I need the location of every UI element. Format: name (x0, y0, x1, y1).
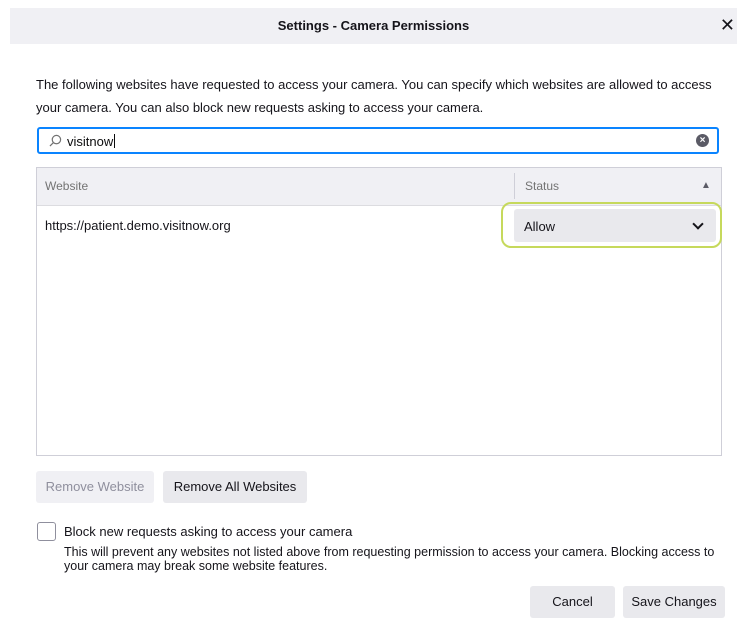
save-changes-button[interactable]: Save Changes (623, 586, 725, 618)
table-header: Website Status ▲ (37, 168, 721, 206)
column-header-website[interactable]: Website (45, 179, 88, 193)
remove-website-button[interactable]: Remove Website (36, 471, 154, 503)
column-header-status[interactable]: Status (525, 179, 559, 193)
status-value: Allow (524, 219, 556, 234)
sort-ascending-icon[interactable]: ▲ (701, 180, 711, 191)
table-row[interactable]: https://patient.demo.visitnow.org Allow (37, 202, 722, 248)
block-requests-description: This will prevent any websites not liste… (64, 545, 715, 573)
permission-description: The following websites have requested to… (36, 77, 712, 115)
clear-icon[interactable]: × (696, 134, 709, 147)
block-requests-label[interactable]: Block new requests asking to access your… (64, 524, 352, 539)
search-field[interactable]: visitnow × (37, 127, 719, 154)
column-divider (514, 173, 515, 199)
cancel-button[interactable]: Cancel (530, 586, 615, 618)
title-bar: Settings - Camera Permissions ✕ (10, 8, 737, 44)
dialog-title: Settings - Camera Permissions (277, 18, 470, 33)
status-dropdown[interactable]: Allow (514, 209, 716, 242)
block-requests-checkbox[interactable] (37, 522, 56, 541)
close-icon[interactable]: ✕ (720, 15, 735, 36)
remove-all-websites-button[interactable]: Remove All Websites (163, 471, 307, 503)
website-url: https://patient.demo.visitnow.org (45, 218, 231, 233)
search-icon (49, 134, 62, 147)
search-input[interactable]: visitnow (67, 134, 116, 149)
chevron-down-icon (692, 218, 704, 230)
website-table: Website Status ▲ https://patient.demo.vi… (36, 167, 722, 456)
